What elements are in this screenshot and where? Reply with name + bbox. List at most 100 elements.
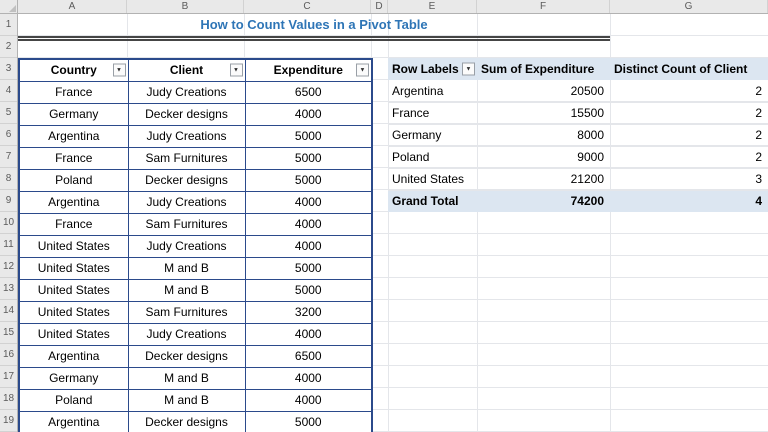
cell-client[interactable]: Decker designs [127,410,246,432]
cell-country[interactable]: Argentina [18,344,129,368]
cell-country[interactable]: United States [18,234,129,258]
cell-country[interactable]: Poland [18,168,129,192]
cell-client[interactable]: Decker designs [127,168,246,192]
cell-country[interactable]: Germany [18,102,129,126]
grand-total-count[interactable]: 4 [610,190,768,212]
column-header-f[interactable]: F [477,0,610,13]
row-header-15[interactable]: 15 [0,322,17,344]
row-header-3[interactable]: 3 [0,58,17,80]
pivot-sum-value[interactable]: 15500 [477,102,610,125]
grand-total-label[interactable]: Grand Total [388,190,477,212]
cell-expenditure[interactable]: 5000 [244,168,373,192]
cell-country[interactable]: Germany [18,366,129,390]
pivot-header-sum[interactable]: Sum of Expenditure [477,58,610,80]
filter-dropdown-expenditure[interactable]: ▼ [356,63,369,77]
cell-client[interactable]: M and B [127,278,246,302]
cell-expenditure[interactable]: 5000 [244,278,373,302]
cell-client[interactable]: Sam Furnitures [127,212,246,236]
row-header-6[interactable]: 6 [0,124,17,146]
pivot-sum-value[interactable]: 20500 [477,80,610,103]
pivot-row-label[interactable]: United States [388,168,477,191]
row-header-19[interactable]: 19 [0,410,17,432]
pivot-row-label[interactable]: Poland [388,146,477,169]
cell-country[interactable]: United States [18,256,129,280]
grand-total-sum[interactable]: 74200 [477,190,610,212]
row-header-4[interactable]: 4 [0,80,17,102]
row-header-11[interactable]: 11 [0,234,17,256]
cell-expenditure[interactable]: 5000 [244,410,373,432]
row-header-2[interactable]: 2 [0,36,17,58]
cell-country[interactable]: Argentina [18,124,129,148]
header-country[interactable]: Country ▼ [18,58,129,82]
cell-expenditure[interactable]: 4000 [244,190,373,214]
pivot-sum-value[interactable]: 9000 [477,146,610,169]
cell-client[interactable]: Decker designs [127,102,246,126]
cell-expenditure[interactable]: 4000 [244,234,373,258]
cell-expenditure[interactable]: 4000 [244,102,373,126]
pivot-count-value[interactable]: 2 [610,124,768,147]
header-client[interactable]: Client ▼ [127,58,246,82]
cell-client[interactable]: Sam Furnitures [127,146,246,170]
row-header-8[interactable]: 8 [0,168,17,190]
column-header-d[interactable]: D [371,0,388,13]
cell-client[interactable]: Judy Creations [127,190,246,214]
row-header-14[interactable]: 14 [0,300,17,322]
row-header-9[interactable]: 9 [0,190,17,212]
cell-expenditure[interactable]: 4000 [244,212,373,236]
cell-client[interactable]: Judy Creations [127,124,246,148]
pivot-sum-value[interactable]: 8000 [477,124,610,147]
cell-expenditure[interactable]: 3200 [244,300,373,324]
pivot-header-distinct-count[interactable]: Distinct Count of Client [610,58,768,80]
column-header-c[interactable]: C [244,0,371,13]
filter-dropdown-client[interactable]: ▼ [229,63,243,77]
pivot-count-value[interactable]: 2 [610,146,768,169]
pivot-count-value[interactable]: 2 [610,80,768,103]
row-header-12[interactable]: 12 [0,256,17,278]
pivot-header-row-labels[interactable]: Row Labels ▼ [388,58,477,80]
cell-country[interactable]: France [18,80,129,104]
column-header-a[interactable]: A [18,0,127,13]
row-header-18[interactable]: 18 [0,388,17,410]
cell-expenditure[interactable]: 4000 [244,388,373,412]
select-all-corner[interactable] [0,0,18,14]
cell-country[interactable]: Argentina [18,190,129,214]
sheet-title[interactable]: How to Count Values in a Pivot Table [18,14,610,36]
row-header-7[interactable]: 7 [0,146,17,168]
row-header-17[interactable]: 17 [0,366,17,388]
row-header-10[interactable]: 10 [0,212,17,234]
cell-country[interactable]: United States [18,278,129,302]
cell-client[interactable]: Judy Creations [127,234,246,258]
cell-country[interactable]: United States [18,322,129,346]
cell-expenditure[interactable]: 4000 [244,366,373,390]
cell-client[interactable]: Decker designs [127,344,246,368]
cell-country[interactable]: United States [18,300,129,324]
cell-client[interactable]: M and B [127,256,246,280]
header-expenditure[interactable]: Expenditure ▼ [244,58,373,82]
cell-expenditure[interactable]: 6500 [244,344,373,368]
cell-client[interactable]: Judy Creations [127,80,246,104]
cell-country[interactable]: France [18,212,129,236]
cell-expenditure[interactable]: 4000 [244,322,373,346]
row-header-1[interactable]: 1 [0,14,17,36]
row-header-5[interactable]: 5 [0,102,17,124]
column-header-e[interactable]: E [388,0,477,13]
pivot-row-label[interactable]: Argentina [388,80,477,103]
cell-expenditure[interactable]: 5000 [244,124,373,148]
cell-country[interactable]: Argentina [18,410,129,432]
cell-country[interactable]: France [18,146,129,170]
column-header-b[interactable]: B [127,0,244,13]
cell-client[interactable]: M and B [127,366,246,390]
filter-dropdown-row-labels[interactable]: ▼ [462,62,475,76]
cell-client[interactable]: Sam Furnitures [127,300,246,324]
pivot-sum-value[interactable]: 21200 [477,168,610,191]
row-header-13[interactable]: 13 [0,278,17,300]
row-header-16[interactable]: 16 [0,344,17,366]
pivot-row-label[interactable]: France [388,102,477,125]
cell-expenditure[interactable]: 5000 [244,256,373,280]
pivot-row-label[interactable]: Germany [388,124,477,147]
pivot-count-value[interactable]: 3 [610,168,768,191]
filter-dropdown-country[interactable]: ▼ [112,63,126,77]
cell-country[interactable]: Poland [18,388,129,412]
cell-expenditure[interactable]: 5000 [244,146,373,170]
cell-client[interactable]: M and B [127,388,246,412]
